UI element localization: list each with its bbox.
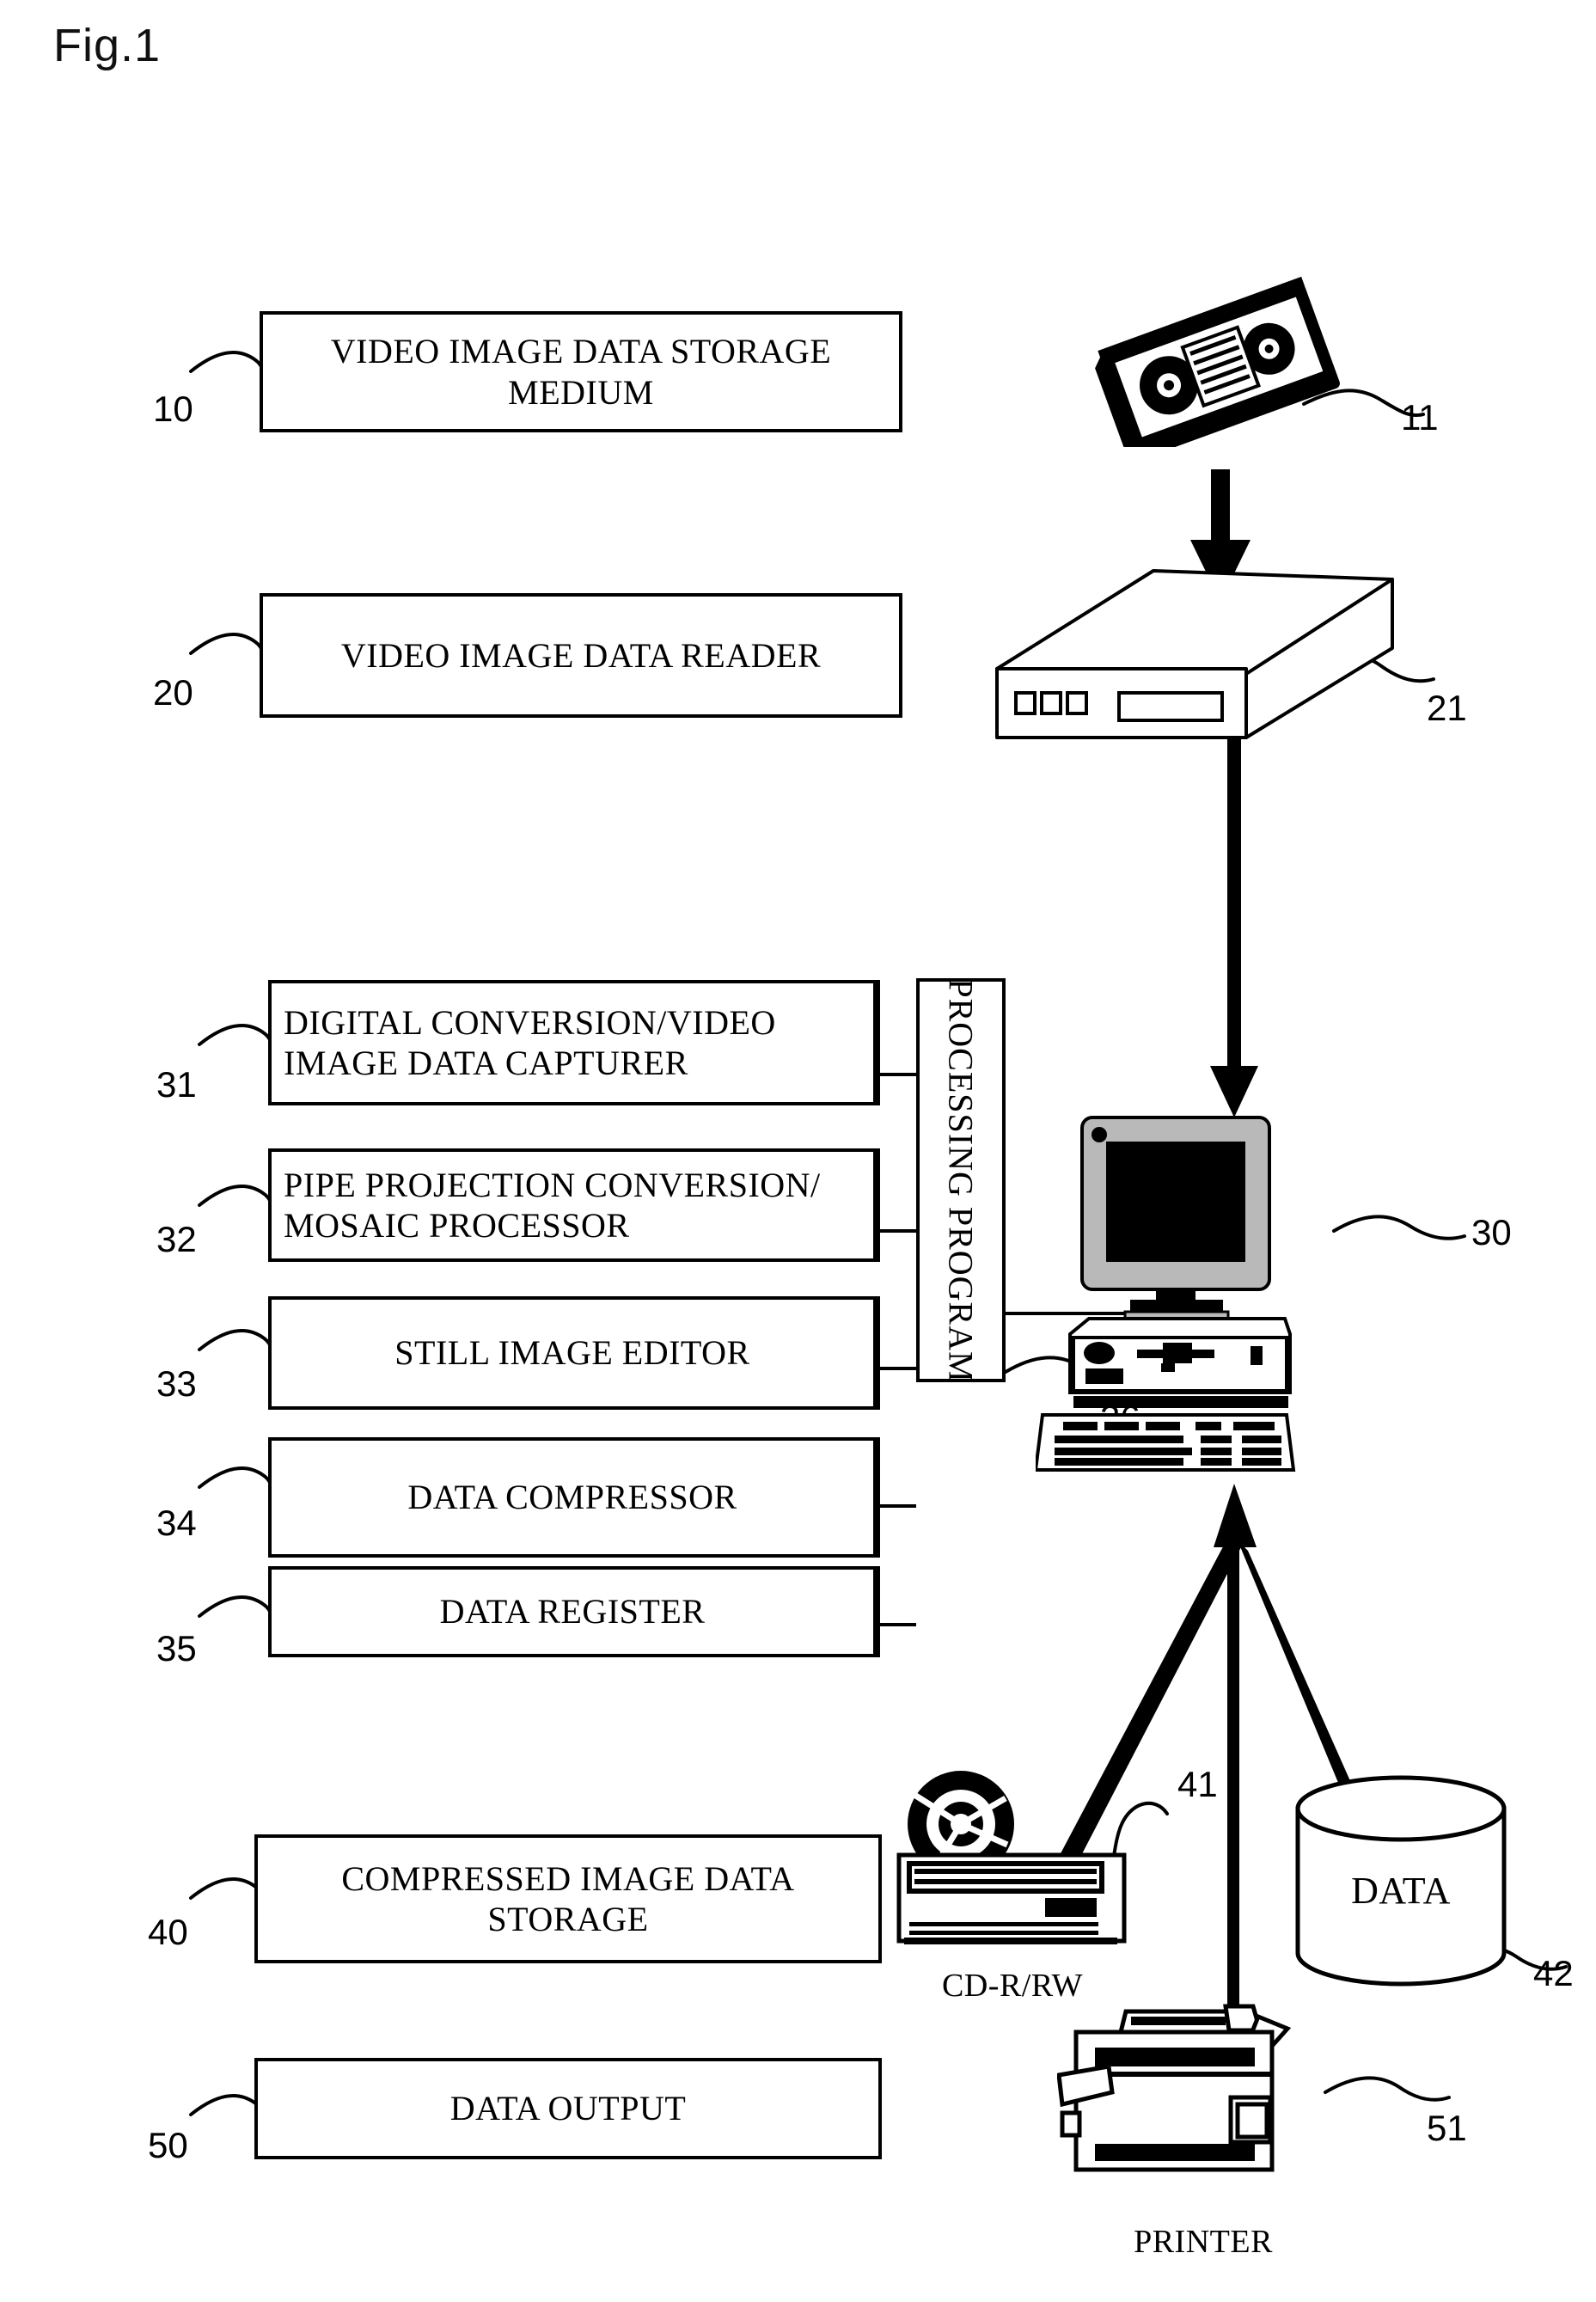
ref-35: 35 [156,1628,197,1668]
block-40: COMPRESSED IMAGE DATA STORAGE [254,1834,882,1963]
block-35: DATA REGISTER [268,1566,877,1657]
desktop-computer-icon [1036,1116,1296,1472]
block-20: VIDEO IMAGE DATA READER [260,593,902,718]
printer-icon [1057,2004,1292,2172]
block-20-label: VIDEO IMAGE DATA READER [340,635,822,675]
figure-page: Fig.1 VIDEO IMAGE DATA STORAGE MEDIUM 10… [0,0,1596,2302]
ref-41: 41 [1177,1764,1218,1804]
block-40-label: COMPRESSED IMAGE DATA STORAGE [341,1858,795,1938]
block-34: DATA COMPRESSOR [268,1437,877,1558]
ref-42: 42 [1533,1953,1574,1993]
ref-20: 20 [153,672,193,713]
ref-40: 40 [148,1912,188,1952]
ref-50: 50 [148,2125,188,2165]
block-33-label: STILL IMAGE EDITOR [394,1333,750,1373]
block-31-label: DIGITAL CONVERSION/VIDEO IMAGE DATA CAPT… [284,1002,776,1082]
processing-program-label: PROCESSING PROGRAM [941,977,981,1383]
ref-34: 34 [156,1503,197,1543]
block-35-label: DATA REGISTER [439,1592,706,1632]
block-33: STILL IMAGE EDITOR [268,1296,877,1410]
block-50-label: DATA OUTPUT [449,2089,687,2128]
data-cylinder-label: DATA [1351,1870,1451,1912]
cd-rw-caption: CD-R/RW [942,1968,1083,2004]
processing-program-block: PROCESSING PROGRAM [916,978,1006,1382]
ref-31: 31 [156,1064,197,1105]
block-32: PIPE PROJECTION CONVERSION/ MOSAIC PROCE… [268,1148,877,1262]
block-34-label: DATA COMPRESSOR [407,1478,737,1517]
block-31: DIGITAL CONVERSION/VIDEO IMAGE DATA CAPT… [268,980,877,1105]
cable-deck-to-computer [1210,738,1258,1117]
printer-caption: PRINTER [1134,2224,1273,2260]
ref-33: 33 [156,1363,197,1404]
ref-21: 21 [1427,688,1467,728]
ref-11: 11 [1401,397,1439,438]
ref-30: 30 [1471,1212,1512,1252]
block-50: DATA OUTPUT [254,2058,882,2159]
block-32-label: PIPE PROJECTION CONVERSION/ MOSAIC PROCE… [284,1165,821,1245]
ref-10: 10 [153,389,193,429]
ref-51: 51 [1427,2108,1467,2148]
block-10: VIDEO IMAGE DATA STORAGE MEDIUM [260,311,902,432]
block-10-label: VIDEO IMAGE DATA STORAGE MEDIUM [330,332,832,412]
video-cassette-tape-icon [1095,276,1340,447]
video-deck-icon [995,569,1394,739]
cd-rw-drive-icon [896,1771,1127,1944]
ref-32: 32 [156,1219,197,1259]
